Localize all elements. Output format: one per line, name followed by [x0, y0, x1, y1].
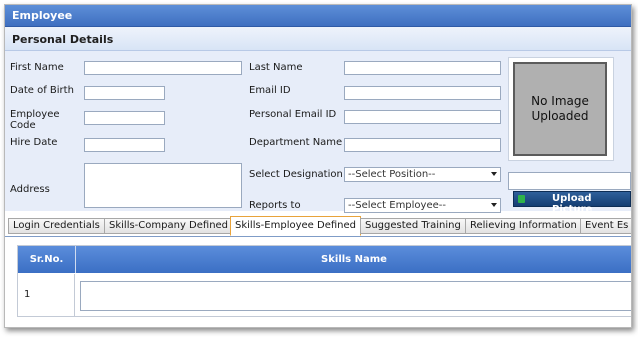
chevron-down-icon — [491, 203, 497, 207]
picture-file-input[interactable] — [508, 172, 631, 190]
hire-date-label: Hire Date — [10, 137, 58, 148]
window-title: Employee — [12, 9, 73, 22]
email-id-input[interactable] — [344, 86, 501, 100]
last-name-label: Last Name — [249, 62, 303, 73]
address-label: Address — [10, 184, 50, 195]
employee-code-label-line2: Code — [10, 120, 36, 131]
upload-picture-label: Upload Picture — [552, 193, 593, 215]
section-header: Personal Details — [5, 27, 631, 51]
tab-login-credentials[interactable]: Login Credentials — [8, 218, 105, 234]
first-name-label: First Name — [10, 62, 64, 73]
first-name-input[interactable] — [84, 61, 242, 75]
skills-grid: Sr.No. Skills Name 1 — [17, 245, 631, 317]
employee-window: Employee Personal Details First Name Las… — [4, 4, 632, 328]
photo-placeholder-line2: Uploaded — [531, 109, 589, 123]
photo-frame: No Image Uploaded — [508, 57, 614, 161]
tab-suggested-training[interactable]: Suggested Training — [360, 218, 466, 234]
department-input[interactable] — [344, 138, 501, 152]
address-textarea[interactable] — [84, 163, 242, 208]
window-titlebar: Employee — [5, 5, 631, 27]
row-sr-no: 1 — [18, 274, 75, 316]
grid-header: Sr.No. Skills Name — [18, 246, 631, 273]
personal-email-input[interactable] — [344, 110, 501, 124]
department-label: Department Name — [249, 137, 343, 148]
tab-skills-employee-defined[interactable]: Skills-Employee Defined — [230, 216, 361, 236]
photo-placeholder: No Image Uploaded — [513, 62, 607, 156]
column-header-sr-no: Sr.No. — [18, 246, 76, 273]
email-id-label: Email ID — [249, 85, 291, 96]
tab-event-es[interactable]: Event Es — [580, 218, 631, 234]
photo-placeholder-line1: No Image — [531, 94, 589, 108]
column-header-skills-name: Skills Name — [321, 254, 387, 265]
date-of-birth-label: Date of Birth — [10, 85, 74, 96]
date-of-birth-input[interactable] — [84, 86, 165, 100]
employee-code-input[interactable] — [84, 111, 165, 125]
personal-email-label: Personal Email ID — [249, 109, 337, 120]
hire-date-input[interactable] — [84, 138, 165, 152]
upload-icon — [518, 195, 525, 203]
last-name-input[interactable] — [344, 61, 501, 75]
reports-to-selected: --Select Employee-- — [348, 200, 446, 211]
upload-picture-button[interactable]: Upload Picture — [513, 191, 631, 215]
reports-to-select[interactable]: --Select Employee-- — [344, 198, 501, 213]
designation-select[interactable]: --Select Position-- — [344, 167, 501, 182]
skill-name-input[interactable] — [80, 281, 631, 311]
chevron-down-icon — [491, 172, 497, 176]
designation-label: Select Designation — [249, 169, 343, 180]
tab-skills-company-defined[interactable]: Skills-Company Defined — [104, 218, 234, 234]
reports-to-label: Reports to — [249, 200, 301, 211]
tab-strip: Login Credentials Skills-Company Defined… — [5, 215, 631, 237]
designation-selected: --Select Position-- — [348, 169, 436, 180]
tab-relieving-information[interactable]: Relieving Information — [465, 218, 582, 234]
section-title: Personal Details — [12, 33, 114, 46]
